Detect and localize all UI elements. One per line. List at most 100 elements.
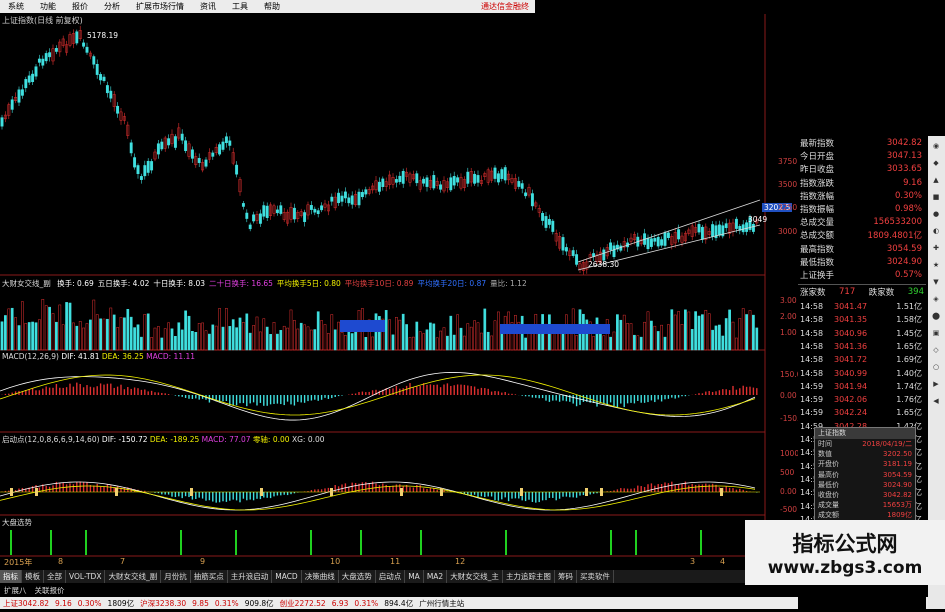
tab-16[interactable]: 筹码 — [555, 570, 577, 583]
toolbar-icon[interactable]: ⬤ — [930, 310, 942, 322]
popup-label: 最低价 — [818, 480, 839, 489]
candle-body — [156, 143, 160, 155]
quote-row: 上证换手 0.57% — [798, 268, 926, 282]
toolbar-icon[interactable]: ● — [930, 208, 942, 220]
tab-6[interactable]: 抽筋买点 — [191, 570, 228, 583]
toolbar-icon[interactable]: ▣ — [930, 327, 942, 339]
tab-10[interactable]: 大盘选势 — [339, 570, 376, 583]
menu-item-news[interactable]: 资讯 — [192, 1, 224, 12]
volume-bar — [255, 316, 259, 351]
volume-bar — [435, 337, 439, 351]
menu-item-system[interactable]: 系统 — [0, 1, 32, 12]
chart-title: 上证指数(日线 前复权) — [2, 16, 83, 25]
toolbar-icon[interactable]: ◇ — [930, 344, 942, 356]
toolbar-icon[interactable]: ▲ — [930, 174, 942, 186]
candle-body — [677, 229, 681, 240]
tick-vol: 1.45亿 — [896, 328, 922, 338]
tab-13[interactable]: MA2 — [424, 570, 448, 583]
low-price-label: 2638.30 — [588, 260, 620, 269]
candle-body — [656, 236, 660, 247]
tab-12[interactable]: MA — [405, 570, 424, 583]
volume-bar — [323, 324, 327, 351]
menu-item-analysis[interactable]: 分析 — [96, 1, 128, 12]
tab-5[interactable]: 月份抗 — [161, 570, 191, 583]
status-item: 6.93 — [331, 598, 349, 608]
candle-body — [500, 169, 504, 179]
ad-banner[interactable]: 通达信金融终 — [481, 1, 535, 12]
menu-item-quote[interactable]: 报价 — [64, 1, 96, 12]
tick-time: 14:58 — [800, 341, 824, 351]
related-quote-tab[interactable]: 关联报价 — [31, 585, 69, 596]
candle-body — [432, 175, 436, 189]
candle-body — [439, 184, 443, 190]
vol-panel-value: 二十日换手: 16.65 — [209, 279, 273, 288]
tab-8[interactable]: MACD — [272, 570, 302, 583]
popup-value: 2018/04/19/二 — [862, 440, 912, 448]
toolbar-icon[interactable]: ✚ — [930, 242, 942, 254]
toolbar-icon[interactable]: ◈ — [930, 293, 942, 305]
volume-bar — [235, 327, 238, 351]
volume-bar — [310, 329, 313, 351]
toolbar-icon[interactable]: ■ — [930, 191, 942, 203]
signal-bar — [310, 530, 312, 555]
tick-vol: 1.69亿 — [896, 355, 922, 365]
tab-9[interactable]: 决策曲线 — [302, 570, 339, 583]
tab-0[interactable]: 指标 — [0, 570, 22, 583]
menu-item-function[interactable]: 功能 — [32, 1, 64, 12]
volume-bar — [721, 335, 725, 351]
volume-bar — [388, 319, 391, 351]
toolbar-icon[interactable]: ◉ — [930, 140, 942, 152]
volume-bar — [660, 324, 663, 351]
tab-17[interactable]: 买卖软件 — [577, 570, 614, 583]
volume-bar — [279, 330, 283, 351]
candle-body — [364, 189, 368, 195]
volume-bar — [473, 320, 476, 351]
start-signal-marker — [440, 488, 443, 496]
watermark-title: 指标公式网 — [792, 532, 898, 556]
volume-bar — [480, 332, 483, 351]
vol-panel-value: 平均换手10日: 0.89 — [344, 279, 414, 288]
volume-bar — [344, 335, 347, 351]
tab-7[interactable]: 主升浪启动 — [228, 570, 273, 583]
volume-bar — [714, 325, 718, 351]
tick-row: 14:59 3042.24 1.65亿 — [798, 406, 926, 419]
menu-item-help[interactable]: 帮助 — [256, 1, 288, 12]
tab-3[interactable]: VOL-TDX — [66, 570, 106, 583]
toolbar-icon[interactable]: ★ — [930, 259, 942, 271]
tab-15[interactable]: 主力追踪主图 — [503, 570, 555, 583]
extension-row: 扩展八 关联报价 — [0, 584, 500, 596]
volume-bar — [687, 311, 691, 351]
tick-price: 3041.94 — [834, 381, 868, 391]
toolbar-icon[interactable]: ○ — [930, 361, 942, 373]
candle-body — [564, 247, 568, 252]
candle-body — [150, 161, 154, 171]
menu-item-tools[interactable]: 工具 — [224, 1, 256, 12]
toolbar-icon[interactable]: ◆ — [930, 157, 942, 169]
volume-bar — [680, 324, 684, 351]
candle-body — [697, 224, 701, 233]
tab-2[interactable]: 全部 — [44, 570, 66, 583]
menu-item-extended-market[interactable]: 扩展市场行情 — [128, 1, 192, 12]
candle-body — [105, 85, 109, 94]
candle-body — [204, 159, 208, 167]
start-signal-marker — [520, 488, 523, 496]
volume-bar — [405, 324, 408, 351]
toolbar-icon[interactable]: ◀ — [930, 395, 942, 407]
extension-tab[interactable]: 扩展八 — [0, 585, 31, 596]
tick-row: 14:58 3041.47 1.51亿 — [798, 300, 926, 313]
toolbar-icon[interactable]: ▼ — [930, 276, 942, 288]
candle-body — [422, 178, 426, 184]
volume-bar — [191, 330, 194, 351]
tab-1[interactable]: 模板 — [22, 570, 44, 583]
toolbar-icon[interactable]: ▶ — [930, 378, 942, 390]
tab-4[interactable]: 大财女交线_副 — [105, 570, 162, 583]
candle-body — [751, 224, 755, 232]
tab-14[interactable]: 大财女交线_主 — [447, 570, 503, 583]
quote-label: 最高指数 — [800, 244, 835, 255]
toolbar-icon[interactable]: ◐ — [930, 225, 942, 237]
candle-body — [82, 42, 86, 47]
volume-bar — [38, 319, 41, 351]
tab-11[interactable]: 启动点 — [376, 570, 406, 583]
volume-bar — [622, 314, 626, 351]
status-item: 894.4亿 — [384, 598, 414, 608]
